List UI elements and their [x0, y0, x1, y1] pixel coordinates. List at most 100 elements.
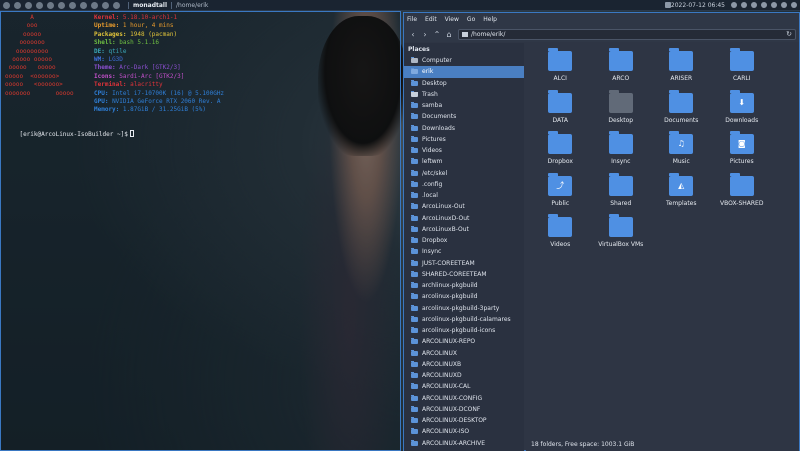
folder-tile[interactable]: ⤴ Public	[530, 172, 591, 216]
menu-view[interactable]: View	[445, 16, 459, 23]
launcher-icon[interactable]	[91, 1, 98, 9]
sidebar-item[interactable]: ARCOLINUX-ISO	[404, 426, 524, 437]
sidebar-item[interactable]: Videos	[404, 145, 524, 156]
folder-view[interactable]: ALCI ARCO ARISER CARLI DATA Desktop Documents ⬇…	[526, 43, 799, 438]
layout-indicator[interactable]: monadtall	[133, 2, 167, 9]
sidebar-item[interactable]: ARCOLINUX	[404, 348, 524, 359]
launcher-icon[interactable]	[69, 1, 76, 9]
sidebar-item[interactable]: arcolinux-pkgbuild-calamares	[404, 314, 524, 325]
sidebar-item-label: samba	[422, 102, 443, 110]
folder-icon	[411, 79, 418, 86]
logo-line: ooo	[5, 22, 38, 30]
folder-tile[interactable]: Dropbox	[530, 131, 591, 174]
forward-icon[interactable]: ›	[419, 30, 431, 39]
sidebar-item[interactable]: arcolinux-pkgbuild-3party	[404, 303, 524, 314]
launcher-icon[interactable]	[80, 1, 87, 9]
folder-tile[interactable]: ◭ Templates	[651, 172, 712, 216]
menu-go[interactable]: Go	[467, 16, 475, 23]
shell-prompt[interactable]: [erik@ArcoLinux-IsoBuilder ~]$	[5, 122, 134, 148]
folder-tile[interactable]: Videos	[530, 214, 591, 257]
sidebar-item[interactable]: Desktop	[404, 78, 524, 89]
tray-icon[interactable]	[731, 2, 737, 8]
folder-tile[interactable]: ALCI	[530, 48, 591, 91]
menu-help[interactable]: Help	[483, 16, 497, 23]
launcher-icon[interactable]	[25, 1, 32, 9]
folder-tile[interactable]: ARCO	[591, 48, 652, 91]
sidebar-item[interactable]: ARCOLINUX-CAL	[404, 381, 524, 392]
menu-edit[interactable]: Edit	[425, 16, 437, 23]
sidebar-item[interactable]: JUST-COREETEAM	[404, 258, 524, 269]
clock[interactable]: 2022-07-12 06:45	[671, 2, 725, 9]
tray-icon[interactable]	[761, 2, 767, 8]
tray-icon[interactable]	[741, 2, 747, 8]
sidebar-item[interactable]: Insync	[404, 246, 524, 257]
sidebar-item[interactable]: Pictures	[404, 134, 524, 145]
menu-file[interactable]: File	[407, 16, 417, 23]
info-key: Shell:	[94, 39, 116, 47]
back-icon[interactable]: ‹	[407, 30, 419, 39]
sidebar-item-label: ARCOLINUX-DESKTOP	[422, 417, 487, 425]
trash-icon	[411, 90, 418, 97]
tray-icon[interactable]	[771, 2, 777, 8]
sidebar-item[interactable]: samba	[404, 100, 524, 111]
sidebar-item[interactable]: leftwm	[404, 156, 524, 167]
launcher-icon[interactable]	[14, 1, 21, 9]
folder-tile[interactable]: ARISER	[651, 48, 712, 91]
info-row: WM: LG3D	[94, 56, 224, 64]
sidebar-item[interactable]: /etc/skel	[404, 168, 524, 179]
sidebar-item[interactable]: ARCOLINUX-DCONF	[404, 404, 524, 415]
folder-tile[interactable]: VirtualBox VMs	[591, 214, 652, 257]
logo-line: ooooo <oooooo>	[5, 81, 63, 89]
up-icon[interactable]: ⌃	[431, 30, 443, 39]
folder-tile[interactable]: Shared	[591, 172, 652, 216]
sidebar-item[interactable]: ArcoLinuxD-Out	[404, 213, 524, 224]
sidebar-item[interactable]: arcolinux-pkgbuild-icons	[404, 325, 524, 336]
sidebar-item[interactable]: erik	[404, 66, 524, 78]
sidebar-item[interactable]: .local	[404, 190, 524, 201]
home-icon[interactable]: ⌂	[443, 30, 455, 39]
folder-tile[interactable]: DATA	[530, 89, 591, 133]
sidebar-item[interactable]: arcolinux-pkgbuild	[404, 291, 524, 302]
sidebar-item[interactable]: archlinux-pkgbuild	[404, 280, 524, 291]
sidebar-item[interactable]: ARCOLINUX-DESKTOP	[404, 415, 524, 426]
sidebar-item[interactable]: ARCOLINUX-CONFIG	[404, 393, 524, 404]
sidebar-item[interactable]: Trash	[404, 89, 524, 100]
folder-tile[interactable]: VBOX-SHARED	[712, 172, 773, 216]
launcher-icon[interactable]	[102, 1, 109, 9]
arcolinux-logo-icon[interactable]	[3, 1, 10, 9]
tray-icon[interactable]	[781, 2, 787, 8]
sidebar-item[interactable]: Downloads	[404, 123, 524, 134]
folder-icon	[729, 172, 754, 196]
sidebar-item[interactable]: .config	[404, 179, 524, 190]
reload-icon[interactable]: ↻	[786, 30, 792, 38]
folder-tile[interactable]: Desktop	[591, 89, 652, 133]
tray-icon[interactable]	[751, 2, 757, 8]
sidebar-item[interactable]: Computer	[404, 55, 524, 66]
sidebar-item[interactable]: Dropbox	[404, 235, 524, 246]
folder-tile[interactable]: CARLI	[712, 48, 773, 91]
folder-tile[interactable]: Insync	[591, 131, 652, 174]
sidebar-item[interactable]: Documents	[404, 111, 524, 122]
sidebar-item[interactable]: ARCOLINUXD	[404, 370, 524, 381]
launcher-icon[interactable]	[58, 1, 65, 9]
sidebar-item[interactable]: ARCOLINUXB	[404, 359, 524, 370]
folder-tile[interactable]: ⬇ Downloads	[712, 89, 773, 133]
sidebar-item[interactable]: ArcoLinuxB-Out	[404, 224, 524, 235]
sidebar-item[interactable]: ARCOLINUX-REPO	[404, 336, 524, 347]
tray-icon[interactable]	[791, 2, 797, 8]
info-row: Terminal: alacritty	[94, 81, 224, 89]
sidebar-item[interactable]: ArcoLinux-Out	[404, 201, 524, 212]
folder-tile[interactable]: ◙ Pictures	[712, 131, 773, 174]
terminal-window[interactable]: A ooo ooooo ooooooo ooooooooo ooooo oooo…	[0, 11, 401, 451]
sidebar-item[interactable]: ARCOLINUX-ARCHIVE	[404, 438, 524, 449]
launcher-icon[interactable]	[47, 1, 54, 9]
sidebar-item[interactable]: SHARED-COREETEAM	[404, 269, 524, 280]
location-bar[interactable]: /home/erik/ ↻	[458, 28, 796, 40]
file-manager-window[interactable]: File Edit View Go Help ‹ › ⌃ ⌂ /home/eri…	[403, 12, 800, 451]
launcher-icon[interactable]	[113, 1, 120, 9]
folder-grid: ALCI ARCO ARISER CARLI DATA Desktop Documents ⬇…	[530, 48, 773, 257]
folder-icon	[669, 48, 694, 71]
folder-tile[interactable]: ♫ Music	[651, 131, 712, 174]
launcher-icon[interactable]	[36, 1, 43, 9]
folder-tile[interactable]: Documents	[651, 89, 712, 133]
